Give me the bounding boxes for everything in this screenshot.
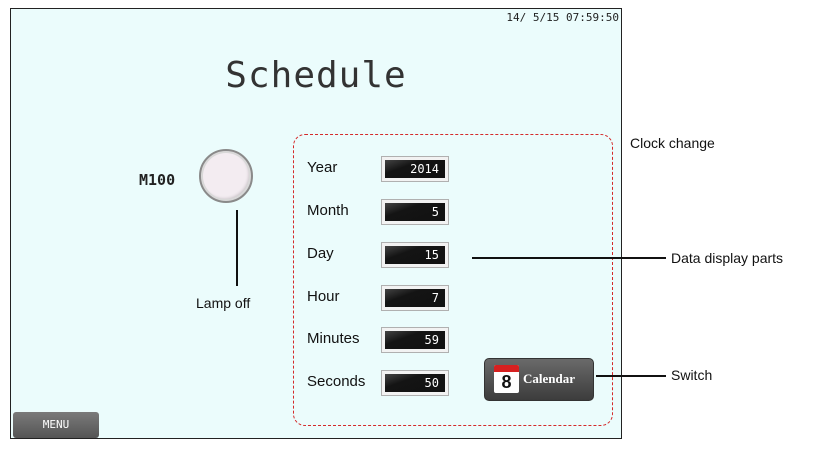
lamp-m100[interactable]	[199, 149, 253, 203]
hour-display[interactable]: 7	[381, 285, 449, 311]
seconds-label: Seconds	[307, 373, 366, 390]
seconds-value: 50	[385, 374, 445, 392]
hmi-screen: 14/ 5/15 07:59:50 Schedule M100 Year 201…	[10, 8, 622, 439]
minutes-display[interactable]: 59	[381, 327, 449, 353]
switch-leader-line	[596, 375, 666, 377]
month-value: 5	[385, 203, 445, 221]
minutes-label: Minutes	[307, 330, 360, 347]
day-value: 15	[385, 246, 445, 264]
lamp-leader-line	[236, 210, 238, 286]
year-value: 2014	[385, 160, 445, 178]
minutes-value: 59	[385, 331, 445, 349]
calendar-icon-number: 8	[501, 372, 512, 392]
data-display-annotation: Data display parts	[671, 250, 784, 266]
hour-value: 7	[385, 289, 445, 307]
clock-display: 14/ 5/15 07:59:50	[506, 11, 619, 24]
seconds-display[interactable]: 50	[381, 370, 449, 396]
month-label: Month	[307, 202, 349, 219]
day-display[interactable]: 15	[381, 242, 449, 268]
hour-label: Hour	[307, 288, 340, 305]
lamp-off-annotation: Lamp off	[196, 295, 251, 311]
data-display-leader-line	[472, 257, 666, 259]
year-display[interactable]: 2014	[381, 156, 449, 182]
calendar-button[interactable]: 8 Calendar	[484, 358, 594, 401]
year-label: Year	[307, 159, 338, 176]
switch-annotation: Switch	[671, 367, 713, 383]
month-display[interactable]: 5	[381, 199, 449, 225]
calendar-button-label: Calendar	[523, 371, 575, 386]
lamp-label: M100	[139, 171, 176, 189]
day-label: Day	[307, 245, 334, 262]
calendar-icon: 8	[494, 365, 519, 393]
clock-change-annotation: Clock change	[630, 135, 715, 151]
page-title: Schedule	[225, 55, 407, 96]
menu-button[interactable]: MENU	[13, 412, 99, 438]
